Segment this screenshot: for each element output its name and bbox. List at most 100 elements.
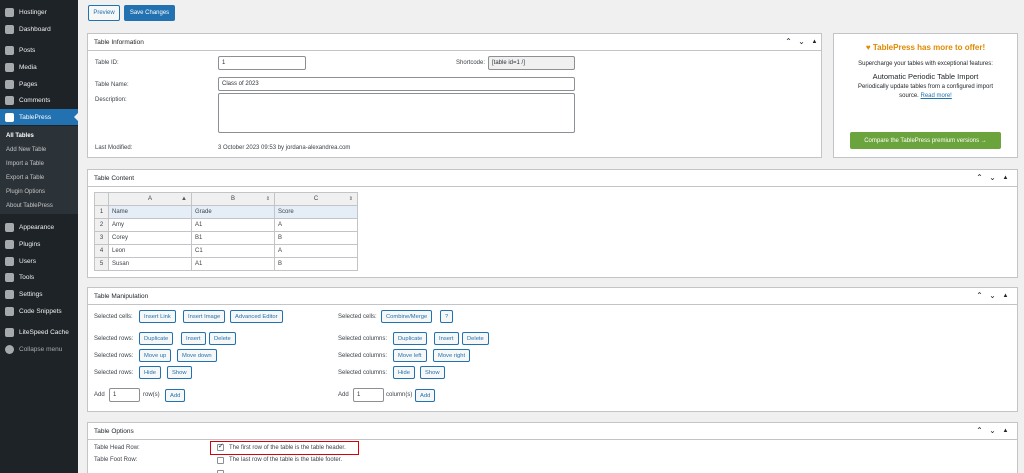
add-rows-label: Add bbox=[94, 392, 105, 398]
sort-icon[interactable]: ⇕ bbox=[349, 196, 353, 202]
selected-rows-visibility-label: Selected rows: bbox=[94, 370, 134, 376]
chevron-down-icon[interactable]: ⌄ bbox=[988, 426, 997, 436]
table-cell[interactable]: Grade bbox=[191, 205, 275, 219]
toggle-arrow-icon[interactable]: ▲ bbox=[1001, 173, 1010, 183]
table-cell[interactable]: Corey bbox=[108, 231, 192, 245]
table-head-checkbox[interactable]: ✓ bbox=[217, 443, 224, 451]
table-id-field[interactable]: 1 bbox=[218, 56, 306, 70]
row-number[interactable]: 5 bbox=[94, 257, 109, 271]
table-cell[interactable]: A1 bbox=[191, 257, 275, 271]
hide-rows-button[interactable]: Hide bbox=[139, 366, 161, 379]
menu-item-hostinger[interactable]: Hostinger bbox=[0, 4, 78, 20]
table-cell[interactable]: B1 bbox=[191, 231, 275, 245]
collapse-menu-button[interactable]: Collapse menu bbox=[0, 341, 78, 357]
submenu-all-tables[interactable]: All Tables bbox=[0, 129, 78, 143]
menu-item-pages[interactable]: Pages bbox=[0, 76, 78, 92]
current-menu-arrow bbox=[74, 113, 78, 121]
table-cell[interactable]: Name bbox=[108, 205, 192, 219]
table-cell[interactable]: B bbox=[274, 257, 358, 271]
selected-columns-label: Selected columns: bbox=[338, 336, 388, 342]
insert-image-button[interactable]: Insert Image bbox=[183, 310, 226, 323]
add-columns-button[interactable]: Add bbox=[415, 389, 436, 402]
table-cell[interactable]: Score bbox=[274, 205, 358, 219]
table-cell[interactable]: A1 bbox=[191, 218, 275, 232]
last-modified-label: Last Modified: bbox=[95, 145, 133, 151]
table-cell[interactable]: A bbox=[274, 218, 358, 232]
table-cell[interactable]: B bbox=[274, 231, 358, 245]
delete-columns-button[interactable]: Delete bbox=[462, 332, 489, 345]
move-right-button[interactable]: Move right bbox=[433, 349, 471, 362]
submenu-about-tablepress[interactable]: About TablePress bbox=[0, 199, 78, 213]
shortcode-field[interactable]: [table id=1 /] bbox=[488, 56, 575, 70]
save-changes-button[interactable]: Save Changes bbox=[124, 5, 175, 21]
column-header-c[interactable]: C ⇕ bbox=[274, 192, 358, 206]
insert-rows-button[interactable]: Insert bbox=[181, 332, 206, 345]
duplicate-columns-button[interactable]: Duplicate bbox=[393, 332, 428, 345]
add-rows-button[interactable]: Add bbox=[165, 389, 186, 402]
submenu-add-new-table[interactable]: Add New Table bbox=[0, 143, 78, 157]
submenu-plugin-options[interactable]: Plugin Options bbox=[0, 185, 78, 199]
menu-item-users[interactable]: Users bbox=[0, 253, 78, 269]
menu-item-comments[interactable]: Comments bbox=[0, 92, 78, 108]
show-rows-button[interactable]: Show bbox=[167, 366, 192, 379]
hide-columns-button[interactable]: Hide bbox=[393, 366, 415, 379]
preview-button[interactable]: Preview bbox=[88, 5, 120, 21]
menu-item-tablepress[interactable]: TablePress bbox=[0, 109, 78, 125]
sort-asc-icon[interactable]: ▲ bbox=[181, 196, 187, 202]
columns-count-input[interactable]: 1 bbox=[353, 388, 384, 402]
advanced-editor-button[interactable]: Advanced Editor bbox=[230, 310, 283, 323]
menu-item-litespeed-cache[interactable]: LiteSpeed Cache bbox=[0, 324, 78, 340]
heart-icon: ♥ bbox=[865, 43, 871, 52]
table-cell[interactable]: A bbox=[274, 244, 358, 258]
move-down-button[interactable]: Move down bbox=[177, 349, 217, 362]
table-foot-checkbox[interactable] bbox=[217, 457, 224, 464]
delete-rows-button[interactable]: Delete bbox=[209, 332, 236, 345]
chevron-up-icon[interactable]: ⌃ bbox=[975, 291, 984, 301]
pages-icon bbox=[5, 79, 14, 89]
menu-item-appearance[interactable]: Appearance bbox=[0, 219, 78, 235]
table-cell[interactable]: Amy bbox=[108, 218, 192, 232]
toggle-arrow-icon[interactable]: ▲ bbox=[810, 37, 819, 47]
sort-icon[interactable]: ⇕ bbox=[266, 196, 270, 202]
menu-item-media[interactable]: Media bbox=[0, 59, 78, 75]
toggle-arrow-icon[interactable]: ▲ bbox=[1001, 291, 1010, 301]
duplicate-rows-button[interactable]: Duplicate bbox=[139, 332, 174, 345]
row-number[interactable]: 3 bbox=[94, 231, 109, 245]
chevron-down-icon[interactable]: ⌄ bbox=[797, 37, 806, 47]
table-cell[interactable]: C1 bbox=[191, 244, 275, 258]
read-more-link[interactable]: Read more! bbox=[921, 93, 952, 99]
table-cell[interactable]: Leon bbox=[108, 244, 192, 258]
description-textarea[interactable] bbox=[218, 93, 575, 133]
row-number[interactable]: 2 bbox=[94, 218, 109, 232]
chevron-down-icon[interactable]: ⌄ bbox=[988, 173, 997, 183]
tablepress-submenu: All Tables Add New Table Import a Table … bbox=[0, 126, 78, 214]
table-cell[interactable]: Susan bbox=[108, 257, 192, 271]
submenu-import-table[interactable]: Import a Table bbox=[0, 157, 78, 171]
chevron-up-icon[interactable]: ⌃ bbox=[784, 37, 793, 47]
submenu-export-table[interactable]: Export a Table bbox=[0, 171, 78, 185]
insert-columns-button[interactable]: Insert bbox=[434, 332, 459, 345]
menu-item-settings[interactable]: Settings bbox=[0, 286, 78, 302]
table-name-field[interactable]: Class of 2023 bbox=[218, 77, 575, 91]
menu-item-posts[interactable]: Posts bbox=[0, 42, 78, 58]
move-up-button[interactable]: Move up bbox=[139, 349, 172, 362]
menu-item-plugins[interactable]: Plugins bbox=[0, 236, 78, 252]
menu-item-tools[interactable]: Tools bbox=[0, 269, 78, 285]
column-header-a[interactable]: A ▲ bbox=[108, 192, 192, 206]
rows-count-input[interactable]: 1 bbox=[109, 388, 140, 402]
toggle-arrow-icon[interactable]: ▲ bbox=[1001, 426, 1010, 436]
row-number[interactable]: 1 bbox=[94, 205, 109, 219]
help-button[interactable]: ? bbox=[440, 310, 454, 323]
compare-premium-button[interactable]: Compare the TablePress premium versions … bbox=[850, 132, 1001, 149]
combine-merge-button[interactable]: Combine/Merge bbox=[381, 310, 433, 323]
chevron-down-icon[interactable]: ⌄ bbox=[988, 291, 997, 301]
menu-item-code-snippets[interactable]: Code Snippets bbox=[0, 303, 78, 319]
menu-item-dashboard[interactable]: Dashboard bbox=[0, 21, 78, 37]
insert-link-button[interactable]: Insert Link bbox=[139, 310, 176, 323]
row-number[interactable]: 4 bbox=[94, 244, 109, 258]
chevron-up-icon[interactable]: ⌃ bbox=[975, 173, 984, 183]
move-left-button[interactable]: Move left bbox=[393, 349, 427, 362]
chevron-up-icon[interactable]: ⌃ bbox=[975, 426, 984, 436]
column-header-b[interactable]: B ⇕ bbox=[191, 192, 275, 206]
show-columns-button[interactable]: Show bbox=[420, 366, 445, 379]
